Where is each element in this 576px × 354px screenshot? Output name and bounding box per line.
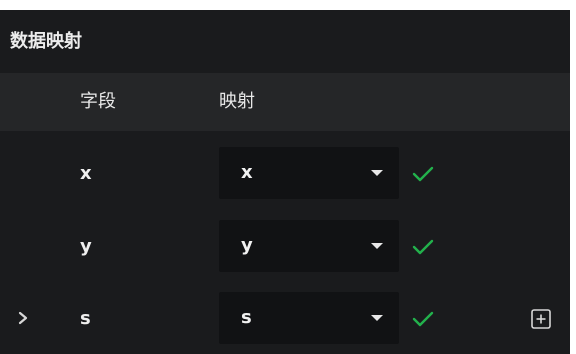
data-mapping-panel: 数据映射 字段 映射 x x y y s s — [0, 10, 570, 354]
check-icon — [412, 311, 434, 327]
column-header-field: 字段 — [80, 91, 116, 112]
column-header-mapping: 映射 — [219, 91, 255, 112]
mapping-select-value: s — [241, 307, 252, 328]
mapping-select-value: y — [241, 235, 253, 256]
mapping-select-value: x — [241, 162, 253, 183]
caret-down-icon — [371, 243, 383, 249]
table-row: s s — [0, 288, 570, 350]
table-row: y y — [0, 216, 570, 278]
mapping-select[interactable]: x — [219, 147, 399, 199]
mapping-select[interactable]: y — [219, 220, 399, 272]
field-name: x — [80, 163, 92, 184]
plus-box-icon[interactable] — [530, 308, 552, 330]
table-header: 字段 映射 — [0, 73, 570, 131]
mapping-select[interactable]: s — [219, 292, 399, 344]
table-row: x x — [0, 143, 570, 205]
chevron-right-icon[interactable] — [14, 306, 32, 330]
panel-title: 数据映射 — [10, 31, 82, 52]
field-name: s — [80, 308, 91, 329]
field-name: y — [80, 236, 92, 257]
check-icon — [412, 239, 434, 255]
caret-down-icon — [371, 315, 383, 321]
check-icon — [412, 166, 434, 182]
caret-down-icon — [371, 170, 383, 176]
